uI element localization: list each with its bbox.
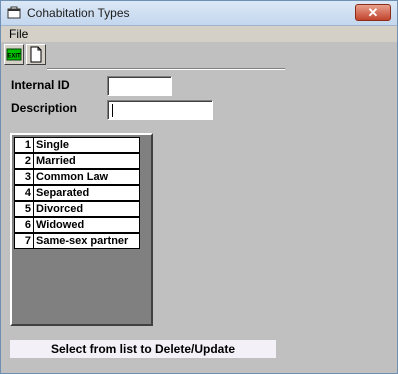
row-id: 3 (14, 169, 34, 185)
description-label: Description (11, 101, 78, 115)
menu-file[interactable]: File (9, 27, 28, 41)
application-window: Cohabitation Types ✕ File EXIT Internal … (0, 0, 398, 374)
row-id: 4 (14, 185, 34, 201)
list-item[interactable]: 3 Common Law (14, 169, 140, 185)
new-record-button[interactable] (26, 44, 46, 65)
row-name: Married (34, 153, 140, 169)
description-field[interactable] (107, 100, 213, 120)
toolbar-separator (47, 68, 285, 70)
text-caret (112, 104, 113, 117)
row-name: Single (34, 137, 140, 153)
row-name: Divorced (34, 201, 140, 217)
list-item[interactable]: 1 Single (14, 137, 140, 153)
window-title: Cohabitation Types (27, 6, 130, 20)
row-name: Common Law (34, 169, 140, 185)
row-id: 2 (14, 153, 34, 169)
list-item[interactable]: 6 Widowed (14, 217, 140, 233)
row-name: Separated (34, 185, 140, 201)
status-message: Select from list to Delete/Update (10, 340, 276, 358)
close-button[interactable]: ✕ (355, 4, 391, 21)
title-bar: Cohabitation Types ✕ (1, 1, 397, 26)
internal-id-label: Internal ID (11, 78, 70, 92)
row-id: 5 (14, 201, 34, 217)
list-item[interactable]: 2 Married (14, 153, 140, 169)
list-item[interactable]: 4 Separated (14, 185, 140, 201)
window-app-icon (7, 6, 21, 20)
row-id: 6 (14, 217, 34, 233)
svg-text:EXIT: EXIT (7, 54, 21, 60)
exit-button[interactable]: EXIT (4, 44, 24, 65)
internal-id-field[interactable] (107, 76, 172, 96)
menu-bar: File (1, 26, 397, 42)
row-name: Widowed (34, 217, 140, 233)
row-id: 1 (14, 137, 34, 153)
cohabitation-list[interactable]: 1 Single 2 Married 3 Common Law 4 Separa… (10, 133, 153, 326)
list-item[interactable]: 7 Same-sex partner (14, 233, 140, 249)
row-name: Same-sex partner (34, 233, 140, 249)
list-item[interactable]: 5 Divorced (14, 201, 140, 217)
row-id: 7 (14, 233, 34, 249)
